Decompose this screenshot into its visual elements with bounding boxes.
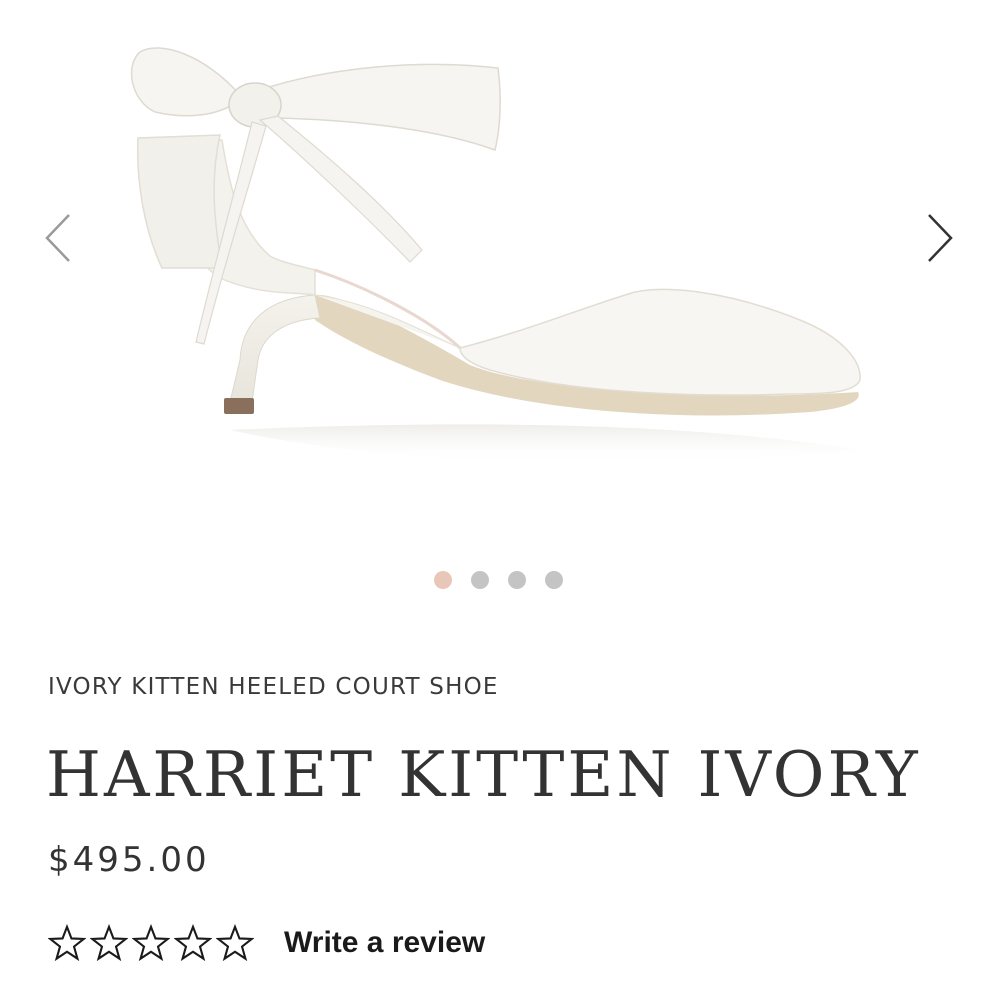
gallery-pagination xyxy=(434,571,563,589)
chevron-left-icon xyxy=(45,214,70,262)
product-image xyxy=(130,47,861,464)
product-price: $495.00 xyxy=(48,840,210,880)
gallery-dot-2[interactable] xyxy=(471,571,489,589)
gallery-next-button[interactable] xyxy=(920,208,960,268)
gallery-prev-button[interactable] xyxy=(38,208,78,268)
star-outline-icon xyxy=(90,924,128,962)
star-outline-icon xyxy=(48,924,86,962)
star-outline-icon xyxy=(174,924,212,962)
product-rating: Write a review xyxy=(48,924,485,962)
product-subtitle: IVORY KITTEN HEELED COURT SHOE xyxy=(48,674,499,700)
gallery-dot-4[interactable] xyxy=(545,571,563,589)
product-title: HARRIET KITTEN IVORY xyxy=(46,738,921,811)
gallery-dot-3[interactable] xyxy=(508,571,526,589)
rating-stars[interactable] xyxy=(48,924,254,962)
star-outline-icon xyxy=(216,924,254,962)
chevron-right-icon xyxy=(928,214,953,262)
star-outline-icon xyxy=(132,924,170,962)
write-review-link[interactable]: Write a review xyxy=(284,926,485,960)
product-gallery xyxy=(0,0,1000,610)
gallery-dot-1[interactable] xyxy=(434,571,452,589)
